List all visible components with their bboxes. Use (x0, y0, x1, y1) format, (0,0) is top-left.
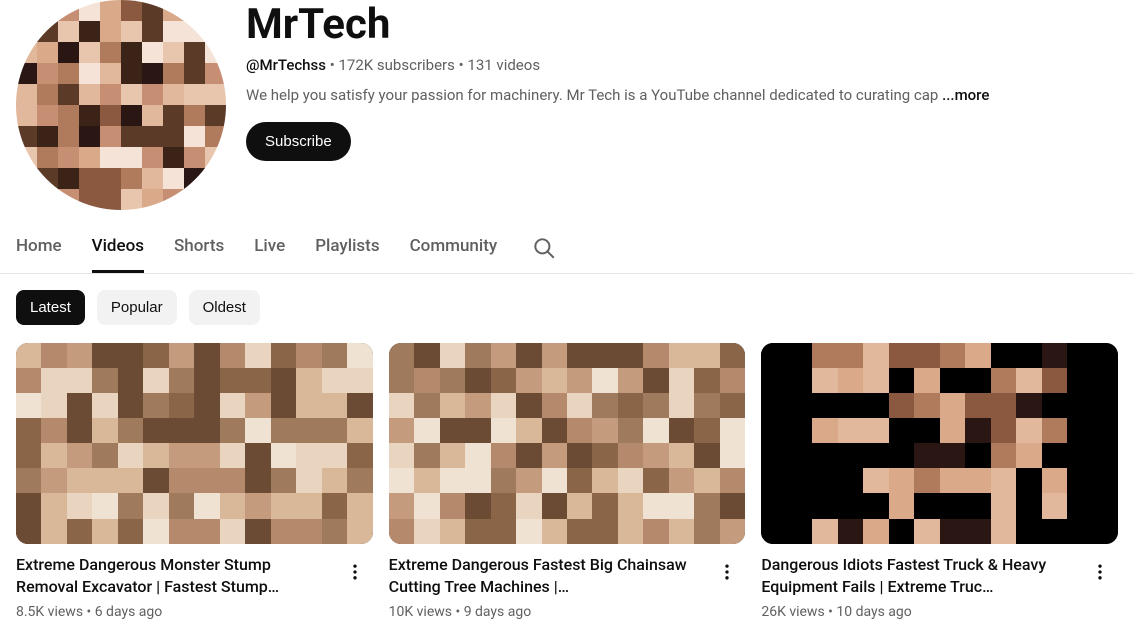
more-vertical-icon (345, 562, 365, 582)
channel-description[interactable]: We help you satisfy your passion for mac… (246, 86, 989, 104)
channel-meta: @MrTechss • 172K subscribers • 131 video… (246, 56, 989, 74)
video-card[interactable]: Extreme Dangerous Fastest Big Chainsaw C… (389, 343, 746, 620)
filter-popular[interactable]: Popular (97, 290, 177, 325)
subscriber-count: 172K subscribers (339, 56, 455, 74)
video-card[interactable]: Extreme Dangerous Monster Stump Removal … (16, 343, 373, 620)
video-thumbnail[interactable] (761, 343, 1118, 544)
channel-handle[interactable]: @MrTechss (246, 56, 326, 74)
filter-row: Latest Popular Oldest (0, 274, 1134, 343)
filter-latest[interactable]: Latest (16, 290, 85, 325)
filter-oldest[interactable]: Oldest (189, 290, 260, 325)
video-card[interactable]: Dangerous Idiots Fastest Truck & Heavy E… (761, 343, 1118, 620)
video-more-button[interactable] (337, 554, 373, 590)
video-meta: 26K views • 10 days ago (761, 604, 1076, 620)
more-link[interactable]: ...more (942, 86, 989, 104)
search-icon (531, 235, 557, 261)
video-thumbnail[interactable] (16, 343, 373, 544)
video-more-button[interactable] (1082, 554, 1118, 590)
video-meta: 10K views • 9 days ago (389, 604, 704, 620)
video-more-button[interactable] (709, 554, 745, 590)
video-thumbnail[interactable] (389, 343, 746, 544)
subscribe-button[interactable]: Subscribe (246, 122, 351, 161)
tab-playlists[interactable]: Playlists (315, 222, 379, 273)
video-title[interactable]: Extreme Dangerous Fastest Big Chainsaw C… (389, 554, 704, 599)
video-meta: 8.5K views • 6 days ago (16, 604, 331, 620)
search-button[interactable] (527, 223, 561, 273)
channel-tabs: Home Videos Shorts Live Playlists Commun… (0, 222, 1134, 274)
channel-avatar[interactable] (16, 0, 226, 210)
tab-home[interactable]: Home (16, 222, 62, 273)
more-vertical-icon (1090, 562, 1110, 582)
video-count: 131 videos (467, 56, 540, 74)
tab-shorts[interactable]: Shorts (174, 222, 224, 273)
tab-community[interactable]: Community (410, 222, 498, 273)
more-vertical-icon (717, 562, 737, 582)
channel-title: MrTech (246, 0, 989, 50)
video-title[interactable]: Dangerous Idiots Fastest Truck & Heavy E… (761, 554, 1076, 599)
tab-live[interactable]: Live (254, 222, 285, 273)
video-title[interactable]: Extreme Dangerous Monster Stump Removal … (16, 554, 331, 599)
tab-videos[interactable]: Videos (92, 222, 144, 273)
